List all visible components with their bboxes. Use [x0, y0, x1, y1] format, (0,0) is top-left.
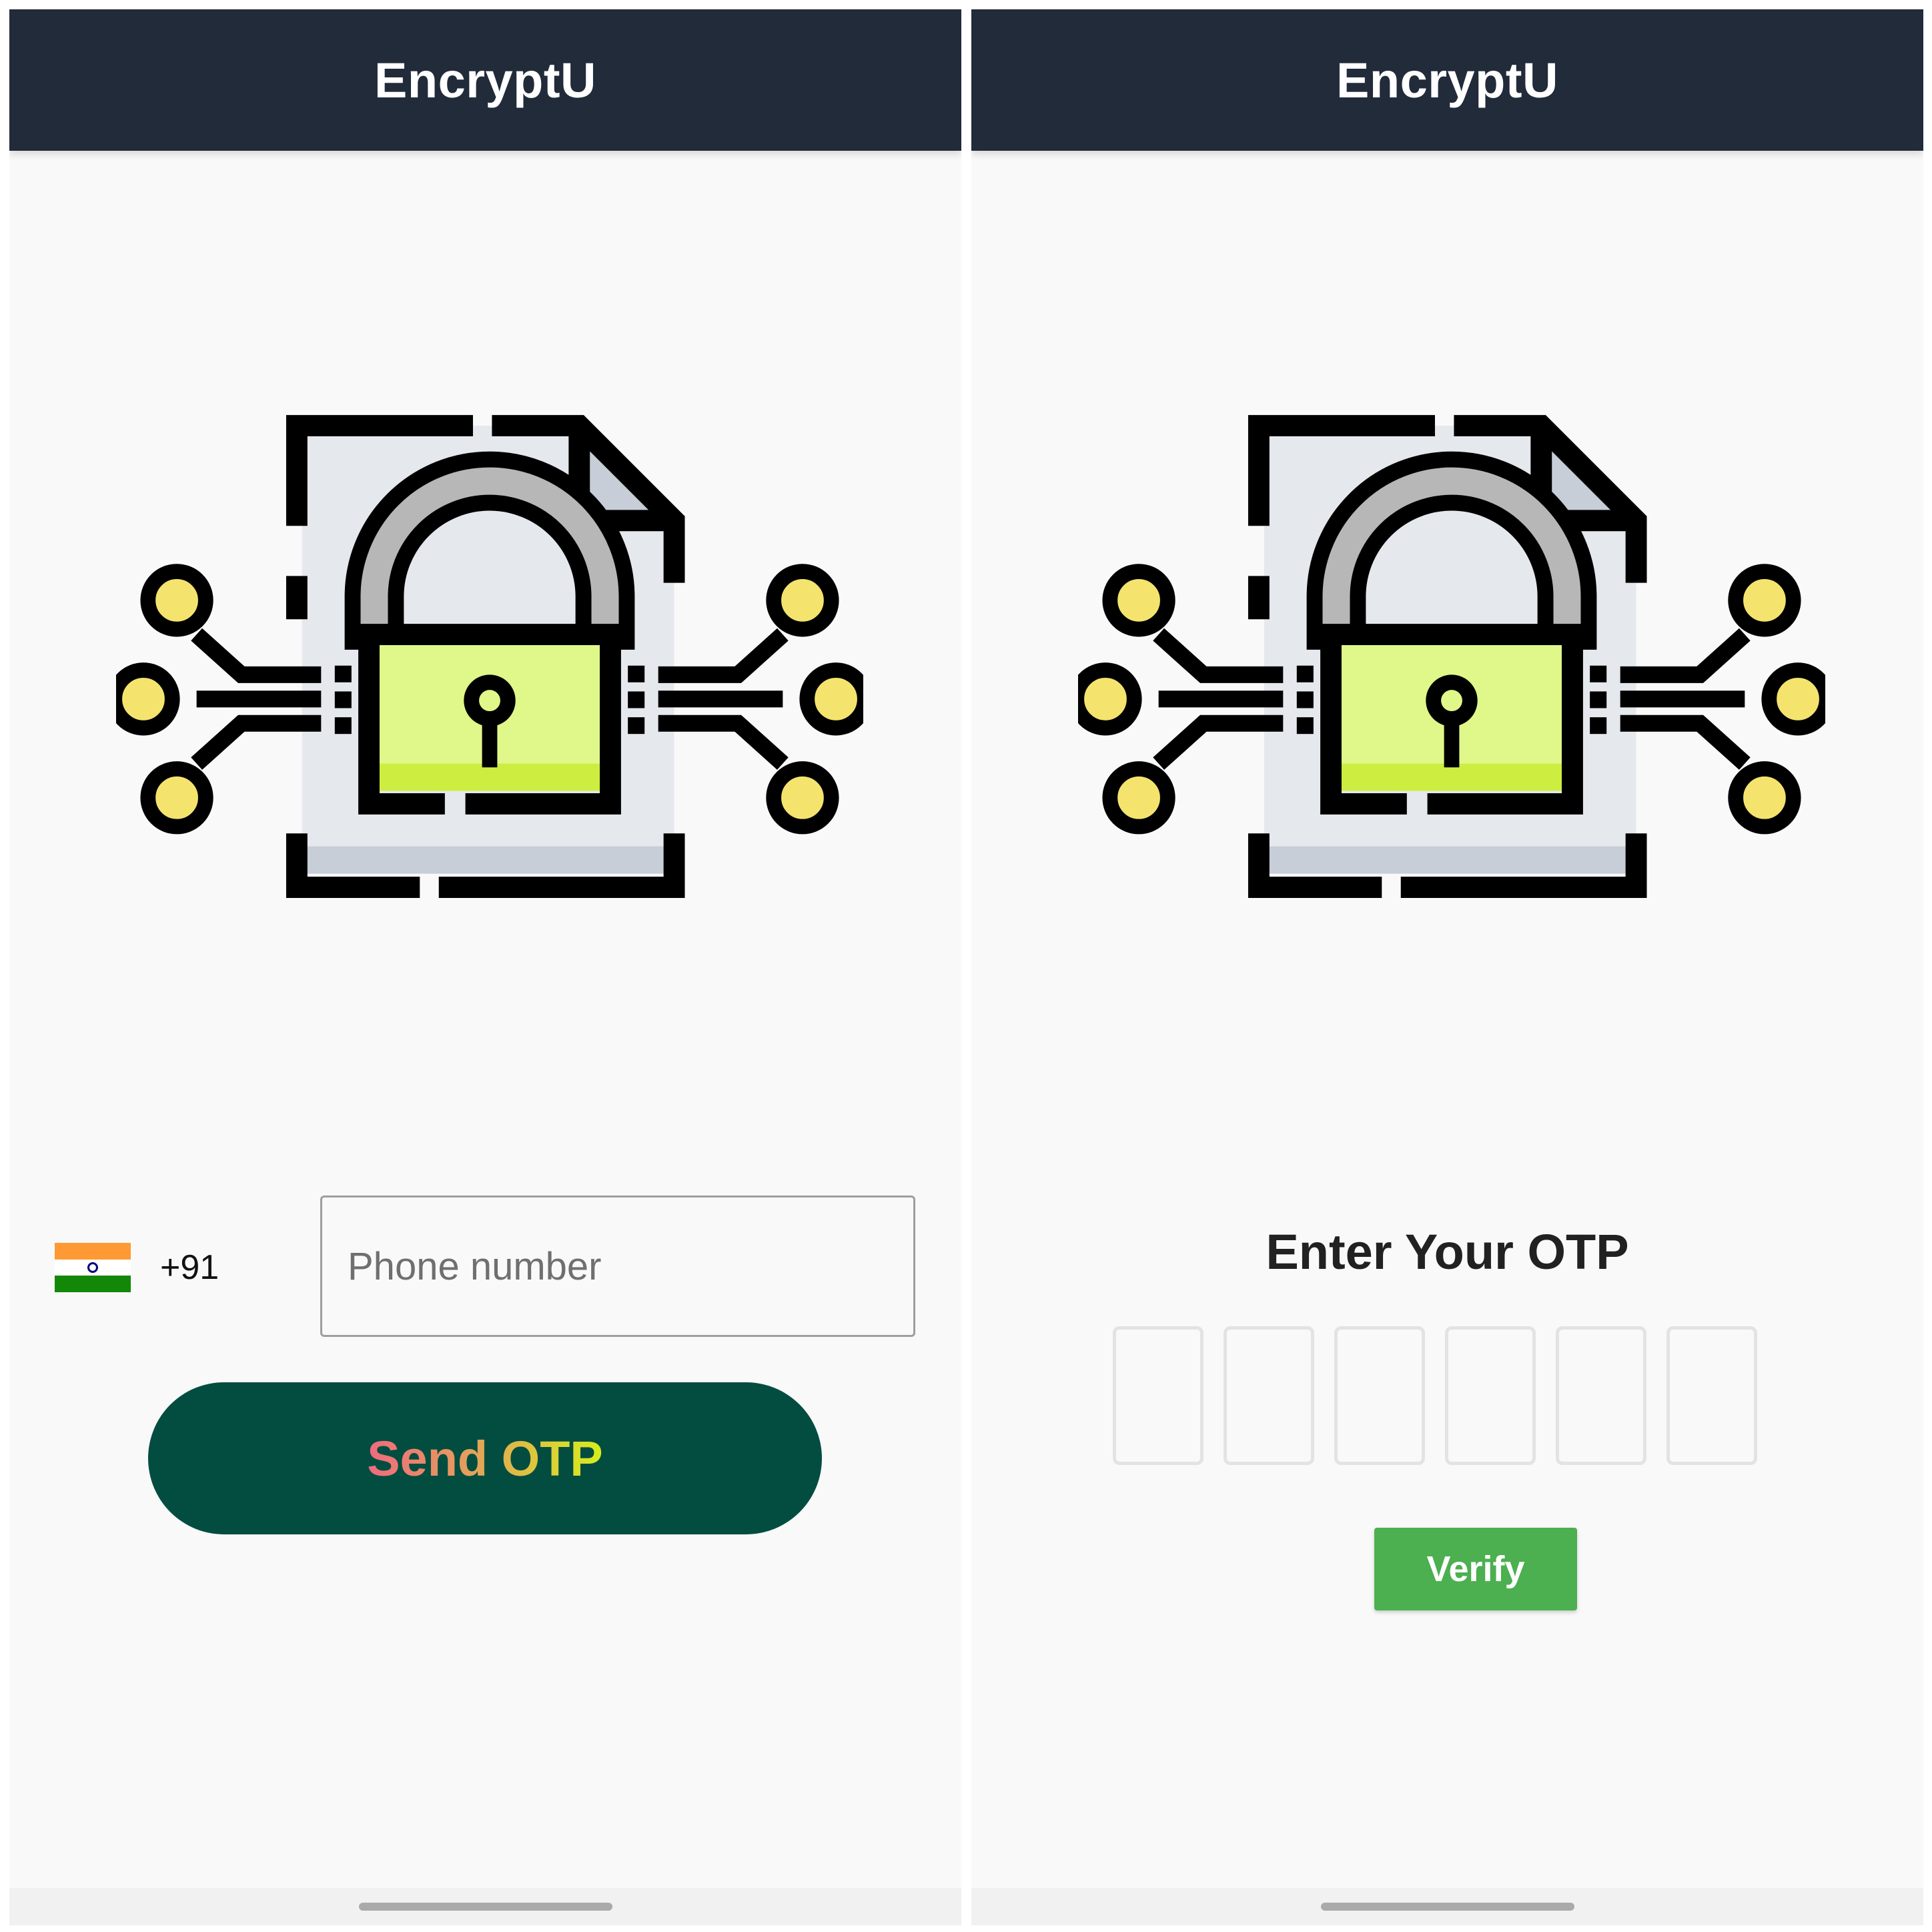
otp-input-row	[1113, 1326, 1757, 1465]
system-nav-bar	[9, 1888, 961, 1925]
encrypted-file-lock-icon	[1078, 303, 1825, 943]
country-code-picker[interactable]: +91	[55, 1241, 219, 1294]
otp-digit-3[interactable]	[1334, 1326, 1425, 1465]
send-otp-label: Send OTP	[367, 1430, 603, 1486]
country-code: +91	[160, 1248, 219, 1287]
phone-login-screen: EncryptU +91 Send OTP	[9, 9, 961, 1925]
app-bar: EncryptU	[971, 9, 1923, 151]
otp-digit-4[interactable]	[1445, 1326, 1536, 1465]
screenshot-collage: EncryptU +91 Send OTP EncryptU	[0, 0, 1932, 1932]
send-otp-button[interactable]: Send OTP	[148, 1382, 822, 1534]
india-flag-icon	[55, 1243, 131, 1293]
verify-label: Verify	[1426, 1549, 1525, 1589]
home-gesture-handle[interactable]	[1320, 1903, 1574, 1911]
phone-number-input[interactable]	[320, 1195, 915, 1337]
app-title: EncryptU	[374, 52, 596, 108]
verify-button[interactable]: Verify	[1374, 1528, 1577, 1610]
otp-verify-screen: EncryptU Enter Your OTP Verify	[971, 9, 1923, 1925]
otp-digit-5[interactable]	[1556, 1326, 1646, 1465]
home-gesture-handle[interactable]	[358, 1903, 612, 1911]
system-nav-bar	[971, 1888, 1923, 1925]
otp-digit-1[interactable]	[1113, 1326, 1203, 1465]
encrypted-file-lock-icon	[116, 303, 863, 943]
otp-heading: Enter Your OTP	[1266, 1224, 1629, 1280]
app-bar: EncryptU	[9, 9, 961, 151]
otp-digit-2[interactable]	[1224, 1326, 1314, 1465]
app-title: EncryptU	[1336, 52, 1558, 108]
otp-digit-6[interactable]	[1666, 1326, 1757, 1465]
